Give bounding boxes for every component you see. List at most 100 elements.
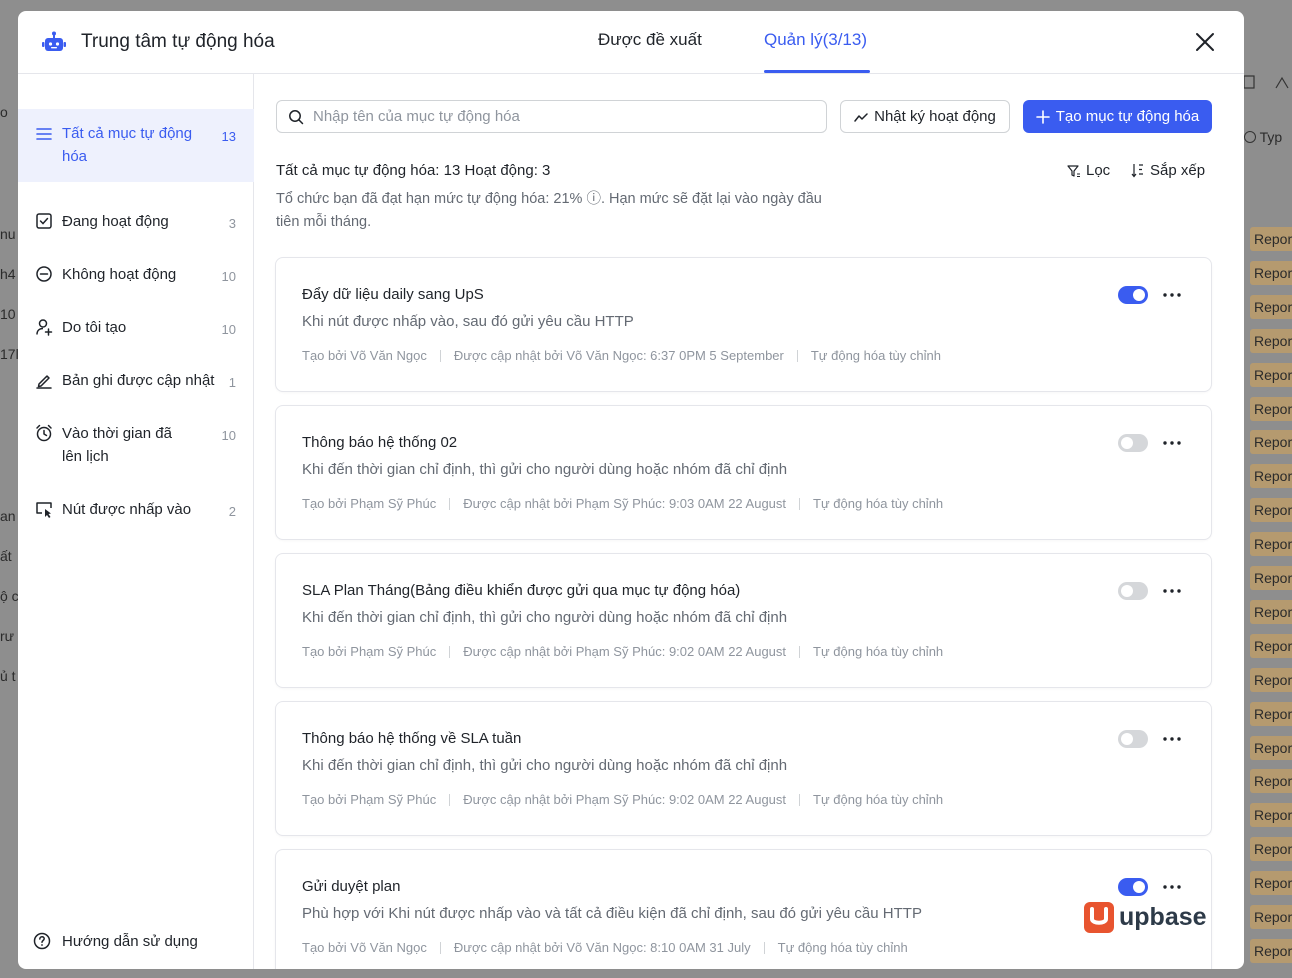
sidebar-item-all[interactable]: Tất cả mục tự động hóa 13 (18, 109, 254, 182)
plus-icon (1035, 109, 1050, 124)
automation-description: Khi đến thời gian chỉ định, thì gửi cho … (302, 757, 788, 774)
filter-button[interactable]: Lọc (1067, 162, 1110, 179)
upbase-logo-icon (1084, 902, 1114, 933)
sidebar-item-scheduled[interactable]: Vào thời gian đã lên lịch 10 (18, 422, 254, 468)
background-report-tag: Repor (1250, 701, 1292, 726)
sidebar-item-label: Nút được nhấp vào (62, 501, 192, 518)
sidebar-item-created-by-me[interactable]: Do tôi tạo 10 (18, 316, 254, 339)
sort-button[interactable]: Sắp xếp (1131, 162, 1205, 179)
background-report-tag: Repor (1250, 769, 1292, 794)
background-type-header: Typ (1244, 129, 1282, 145)
main-panel: Nhật ký hoạt động Tạo mục tự động hóa Tấ… (254, 74, 1244, 969)
meta-divider (439, 941, 441, 954)
search-input[interactable] (313, 101, 813, 132)
automation-card[interactable]: SLA Plan Tháng(Bảng điều khiển được gửi … (275, 553, 1212, 688)
more-options-icon[interactable] (1162, 730, 1182, 748)
automation-type: Tự động hóa tùy chỉnh (810, 348, 941, 363)
automation-toggle[interactable] (1118, 878, 1148, 896)
search-box (276, 100, 827, 133)
checkbox-icon (36, 213, 52, 229)
automation-creator: Tạo bởi Võ Văn Ngọc (302, 348, 427, 363)
background-report-tag: Repor (1250, 498, 1292, 523)
clock-icon (1244, 131, 1256, 143)
tab-suggested[interactable]: Được đề xuất (598, 30, 702, 50)
search-icon (289, 110, 304, 125)
background-report-tag: Repor (1250, 362, 1292, 387)
sidebar-item-count: 10 (221, 428, 236, 443)
automation-updated: Được cập nhật bởi Phạm Sỹ Phúc: 9:02 0AM… (463, 644, 787, 659)
automation-card[interactable]: Thông báo hệ thống 02 Khi đến thời gian c… (275, 405, 1212, 540)
toggle-knob (1133, 289, 1145, 301)
sidebar-item-record-updated[interactable]: Bản ghi được cập nhật 1 (18, 369, 254, 392)
automation-meta: Tạo bởi Võ Văn Ngọc Được cập nhật bởi Võ … (302, 348, 941, 363)
toggle-knob (1121, 733, 1133, 745)
automation-toggle[interactable] (1118, 582, 1148, 600)
help-icon (33, 932, 51, 950)
automation-description: Phù hợp với Khi nút được nhấp vào và tất… (302, 905, 922, 922)
sidebar-item-count: 13 (221, 129, 236, 144)
automation-card[interactable]: Thông báo hệ thống về SLA tuần Khi đến th… (275, 701, 1212, 836)
sidebar-item-count: 1 (228, 375, 236, 390)
help-label: Hướng dẫn sử dụng (62, 933, 198, 950)
background-text: ộ c (0, 588, 19, 604)
automation-creator: Tạo bởi Phạm Sỹ Phúc (302, 644, 437, 659)
background-text: ủ t (0, 668, 16, 684)
more-options-icon[interactable] (1162, 286, 1182, 304)
more-options-icon[interactable] (1162, 434, 1182, 452)
automation-toggle[interactable] (1118, 730, 1148, 748)
background-report-tag: Repor (1250, 328, 1292, 353)
background-report-tag: Repor (1250, 464, 1292, 489)
upbase-brand: upbase (1119, 903, 1207, 931)
user-plus-icon (36, 319, 53, 336)
background-report-tag: Repor (1250, 633, 1292, 658)
sidebar-item-label: Do tôi tạo (62, 319, 127, 336)
toggle-knob (1121, 437, 1133, 449)
background-report-tag: Repor (1250, 566, 1292, 590)
alarm-clock-icon (36, 424, 52, 442)
active-tab-indicator (764, 70, 870, 73)
meta-divider (449, 497, 451, 510)
background-toolbar-icons (1244, 73, 1292, 96)
automation-type: Tự động hóa tùy chỉnh (813, 496, 944, 511)
background-text: rư (0, 628, 15, 644)
close-icon[interactable] (1194, 31, 1216, 53)
automation-creator: Tạo bởi Phạm Sỹ Phúc (302, 792, 437, 807)
background-left-column: o nu h4 10 17l an ất ộ c rư ủ t (0, 0, 19, 978)
automation-toggle[interactable] (1118, 434, 1148, 452)
automation-title: Thông báo hệ thống 02 (302, 434, 458, 451)
sidebar-item-active[interactable]: Đang hoạt động 3 (18, 210, 254, 233)
tab-manage[interactable]: Quản lý(3/13) (764, 30, 867, 50)
automation-title: Thông báo hệ thống về SLA tuần (302, 730, 522, 747)
activity-log-button[interactable]: Nhật ký hoạt động (840, 100, 1010, 133)
more-options-icon[interactable] (1162, 582, 1182, 600)
modal-title: Trung tâm tự động hóa (81, 31, 275, 52)
background-text: an (0, 508, 16, 524)
automation-updated: Được cập nhật bởi Võ Văn Ngọc: 6:37 0PM … (453, 348, 784, 363)
automation-toggle[interactable] (1118, 286, 1148, 304)
background-text: h4 (0, 266, 16, 282)
automation-title: Gửi duyệt plan (302, 878, 401, 895)
sidebar-item-label: Không hoạt động (62, 266, 177, 283)
background-report-tag: Repor (1250, 837, 1292, 862)
background-report-tag: Repor (1250, 430, 1292, 455)
list-icon (36, 128, 52, 140)
automation-meta: Tạo bởi Phạm Sỹ Phúc Được cập nhật bởi Ph… (302, 644, 943, 659)
help-link[interactable]: Hướng dẫn sử dụng (18, 930, 254, 953)
background-report-tag: Repor (1250, 532, 1292, 557)
background-text: 17l (0, 346, 19, 362)
automation-creator: Tạo bởi Phạm Sỹ Phúc (302, 496, 437, 511)
automation-meta: Tạo bởi Võ Văn Ngọc Được cập nhật bởi Võ … (302, 940, 908, 955)
cursor-click-icon (36, 502, 52, 518)
trend-icon (854, 112, 868, 122)
automation-card[interactable]: Đẩy dữ liệu daily sang UpS Khi nút được n… (275, 257, 1212, 392)
sidebar-item-inactive[interactable]: Không hoạt động 10 (18, 263, 254, 286)
toggle-knob (1121, 585, 1133, 597)
create-automation-button[interactable]: Tạo mục tự động hóa (1023, 100, 1212, 133)
activity-log-label: Nhật ký hoạt động (874, 108, 996, 125)
sidebar-item-button-clicked[interactable]: Nút được nhấp vào 2 (18, 498, 254, 521)
more-options-icon[interactable] (1162, 878, 1182, 896)
automation-card[interactable]: Gửi duyệt plan Phù hợp với Khi nút được n… (275, 849, 1212, 969)
background-report-tag: Repor (1250, 905, 1292, 929)
meta-divider (763, 941, 765, 954)
background-report-tag: Repor (1250, 227, 1292, 251)
